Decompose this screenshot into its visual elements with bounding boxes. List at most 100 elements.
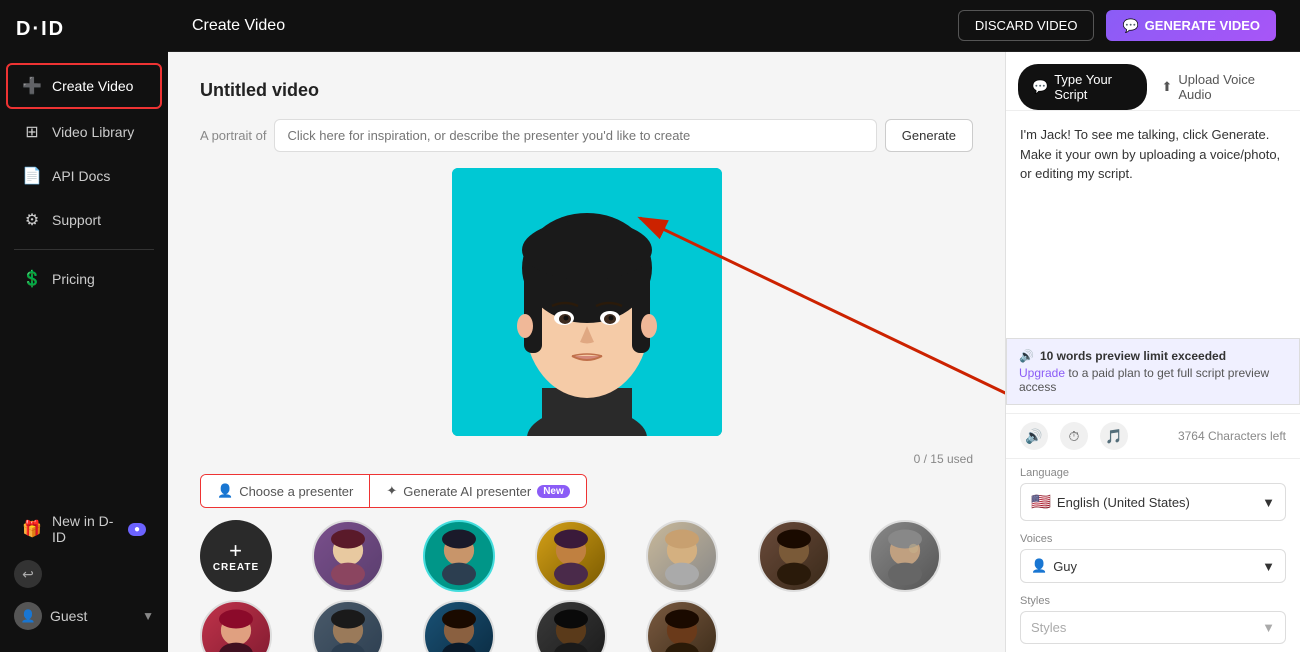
tab-generate-label: Generate AI presenter	[403, 484, 531, 499]
logo: D·ID	[0, 0, 168, 53]
voices-value: Guy	[1053, 559, 1077, 574]
limit-warning: 🔊 10 words preview limit exceeded Upgrad…	[1006, 338, 1300, 405]
sidebar: D·ID ➕ Create Video ⊞ Video Library 📄 AP…	[0, 0, 168, 652]
presenter-tabs: 👤 Choose a presenter ✦ Generate AI prese…	[200, 474, 587, 508]
gear-icon: ⚙	[22, 210, 42, 230]
list-item[interactable]	[423, 600, 495, 652]
guest-arrow: ▼	[142, 609, 154, 623]
list-item[interactable]	[869, 520, 941, 592]
styles-label: Styles	[1020, 595, 1286, 607]
topbar: Create Video DISCARD VIDEO 💬 GENERATE VI…	[168, 0, 1300, 52]
center-panel: Untitled video A portrait of Generate	[168, 52, 1005, 652]
plus-sign: +	[229, 540, 243, 562]
create-label: CREATE	[213, 562, 259, 573]
tab-choose-label: Choose a presenter	[239, 484, 353, 499]
topbar-actions: DISCARD VIDEO 💬 GENERATE VIDEO	[958, 10, 1276, 41]
list-item[interactable]	[646, 600, 718, 652]
voices-section: Voices 👤 Guy ▼	[1006, 529, 1300, 591]
list-item[interactable]	[312, 520, 384, 592]
sidebar-item-video-library[interactable]: ⊞ Video Library	[8, 111, 160, 153]
sidebar-item-create-video[interactable]: ➕ Create Video	[6, 63, 162, 109]
generate-video-button[interactable]: 💬 GENERATE VIDEO	[1106, 10, 1276, 41]
portrait-input[interactable]	[274, 119, 876, 152]
tab-upload-label: Upload Voice Audio	[1178, 72, 1274, 102]
tab-generate-ai-presenter[interactable]: ✦ Generate AI presenter New	[370, 475, 585, 507]
video-title: Untitled video	[200, 80, 973, 101]
script-icon: 💬	[1032, 79, 1048, 95]
sidebar-label-pricing: Pricing	[52, 271, 95, 287]
doc-icon: 📄	[22, 166, 42, 186]
sidebar-item-pricing[interactable]: 💲 Pricing	[8, 258, 160, 300]
sidebar-item-support[interactable]: ⚙ Support	[8, 199, 160, 241]
sidebar-label-new: New in D-ID	[52, 513, 114, 545]
settings-icon[interactable]: 🎵	[1100, 422, 1128, 450]
playback-icon[interactable]: 🔊	[1020, 422, 1048, 450]
topbar-title: Create Video	[192, 17, 285, 35]
expand-button[interactable]: ↩	[14, 560, 42, 588]
chevron-down-voices-icon: ▼	[1262, 559, 1275, 574]
usage-count: 0 / 15 used	[200, 452, 973, 466]
upload-icon: ⬆	[1161, 79, 1172, 95]
list-item[interactable]	[200, 600, 272, 652]
guest-item[interactable]: 👤 Guest ▼	[0, 592, 168, 640]
voices-select[interactable]: 👤 Guy ▼	[1020, 549, 1286, 583]
presenter-image	[452, 168, 722, 436]
list-item[interactable]	[535, 520, 607, 592]
main-area: Create Video DISCARD VIDEO 💬 GENERATE VI…	[168, 0, 1300, 652]
speaker-icon: 🔊	[1019, 349, 1034, 363]
right-panel: 💬 Type Your Script ⬆ Upload Voice Audio …	[1005, 52, 1300, 652]
tab-type-script[interactable]: 💬 Type Your Script	[1018, 64, 1147, 110]
list-item[interactable]	[646, 520, 718, 592]
dollar-icon: 💲	[22, 269, 42, 289]
sidebar-item-api-docs[interactable]: 📄 API Docs	[8, 155, 160, 197]
chars-left: 3764 Characters left	[1178, 429, 1286, 443]
styles-section: Styles Styles ▼	[1006, 591, 1300, 652]
sidebar-item-new-in-did[interactable]: 🎁 New in D-ID ●	[8, 502, 160, 556]
person-icon: 👤	[217, 483, 233, 499]
script-actions: 🔊 ⏱ 🎵 3764 Characters left	[1006, 413, 1300, 458]
sidebar-nav: ➕ Create Video ⊞ Video Library 📄 API Doc…	[0, 53, 168, 492]
sidebar-label-support: Support	[52, 212, 101, 228]
new-badge: ●	[128, 523, 146, 536]
language-value: English (United States)	[1057, 495, 1190, 510]
tab-type-script-label: Type Your Script	[1054, 72, 1133, 102]
sparkle-icon: ✦	[386, 483, 397, 499]
chevron-down-styles-icon: ▼	[1262, 620, 1275, 635]
generate-icon: 💬	[1122, 18, 1138, 34]
new-tag: New	[537, 485, 570, 498]
styles-placeholder: Styles	[1031, 620, 1066, 635]
language-select[interactable]: 🇺🇸 English (United States) ▼	[1020, 483, 1286, 521]
language-label: Language	[1020, 467, 1286, 479]
limit-warning-text: 🔊 10 words preview limit exceeded	[1019, 349, 1287, 363]
new-icon: 🎁	[22, 519, 42, 539]
sidebar-label-api-docs: API Docs	[52, 168, 110, 184]
generate-portrait-button[interactable]: Generate	[885, 119, 973, 152]
tab-choose-presenter[interactable]: 👤 Choose a presenter	[201, 475, 370, 507]
content-area: Untitled video A portrait of Generate	[168, 52, 1300, 652]
styles-select[interactable]: Styles ▼	[1020, 611, 1286, 644]
list-item[interactable]	[535, 600, 607, 652]
limit-upgrade-text: Upgrade to a paid plan to get full scrip…	[1019, 366, 1287, 394]
avatar-grid: + CREATE	[200, 520, 973, 652]
generate-label: GENERATE VIDEO	[1145, 18, 1260, 33]
voices-label: Voices	[1020, 533, 1286, 545]
sidebar-divider	[14, 249, 154, 250]
list-item[interactable]	[312, 600, 384, 652]
language-section: Language 🇺🇸 English (United States) ▼	[1006, 458, 1300, 529]
tab-upload-audio[interactable]: ⬆ Upload Voice Audio	[1147, 64, 1288, 110]
list-item[interactable]	[423, 520, 495, 592]
script-content: I'm Jack! To see me talking, click Gener…	[1006, 111, 1300, 338]
logo-text: D·ID	[16, 18, 65, 41]
portrait-label: A portrait of	[200, 128, 266, 143]
plus-icon: ➕	[22, 76, 42, 96]
script-text[interactable]: I'm Jack! To see me talking, click Gener…	[1020, 125, 1286, 325]
upgrade-link[interactable]: Upgrade	[1019, 366, 1065, 380]
grid-icon: ⊞	[22, 122, 42, 142]
guest-label: Guest	[50, 608, 87, 624]
us-flag: 🇺🇸	[1031, 492, 1051, 512]
avatar-create-button[interactable]: + CREATE	[200, 520, 272, 592]
sidebar-label-video-library: Video Library	[52, 124, 134, 140]
list-item[interactable]	[758, 520, 830, 592]
discard-video-button[interactable]: DISCARD VIDEO	[958, 10, 1095, 41]
timer-icon[interactable]: ⏱	[1060, 422, 1088, 450]
